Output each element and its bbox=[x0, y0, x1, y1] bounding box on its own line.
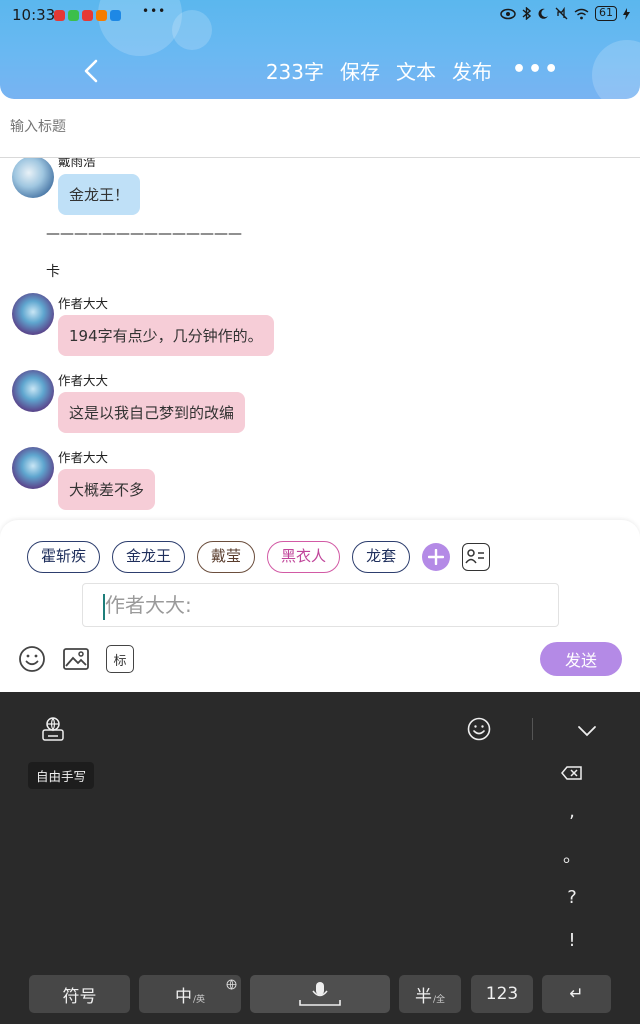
enter-icon: ↵ bbox=[569, 984, 584, 1004]
handwriting-button[interactable]: 自由手写 bbox=[28, 762, 95, 789]
comma-key[interactable]: , bbox=[548, 790, 596, 833]
chevron-down-icon bbox=[578, 726, 596, 737]
charging-icon bbox=[623, 7, 630, 20]
numbers-key[interactable]: 123 bbox=[471, 975, 533, 1013]
video-app-icon bbox=[96, 10, 107, 21]
character-chip[interactable]: 金龙王 bbox=[112, 541, 186, 573]
send-button[interactable]: 发送 bbox=[540, 642, 622, 676]
half-width-key[interactable]: 半/全 bbox=[399, 975, 461, 1013]
full-sub-label: /全 bbox=[432, 994, 446, 1005]
sender-name: 作者大大 bbox=[58, 296, 109, 311]
more-menu-button[interactable]: ••• bbox=[512, 59, 560, 81]
soft-keyboard: 自由手写 , 。 ? ! 符号 中/英 半/全 123 ↵ bbox=[0, 692, 640, 1024]
smile-icon bbox=[19, 646, 45, 672]
system-icons: 61 bbox=[500, 6, 630, 21]
avatar[interactable] bbox=[12, 158, 54, 198]
image-icon bbox=[63, 648, 89, 670]
text-mode-button[interactable]: 文本 bbox=[396, 56, 436, 85]
publish-button[interactable]: 发布 bbox=[452, 56, 492, 85]
cloud-app-icon bbox=[110, 10, 121, 21]
wifi-icon bbox=[574, 8, 589, 19]
microphone-icon bbox=[299, 982, 341, 1006]
backspace-key[interactable] bbox=[548, 756, 596, 790]
message-input-box[interactable] bbox=[82, 583, 559, 627]
chinese-label: 中 bbox=[174, 986, 192, 1007]
composer-panel: 霍斩疾 金龙王 戴莹 黑衣人 龙套 标 发送 bbox=[0, 520, 640, 692]
message-bubble[interactable]: 大概差不多 bbox=[58, 469, 156, 510]
add-character-button[interactable] bbox=[422, 543, 451, 571]
message-input[interactable] bbox=[105, 590, 545, 620]
enter-key[interactable]: ↵ bbox=[542, 975, 611, 1013]
chevron-left-icon bbox=[84, 59, 98, 83]
character-chip[interactable]: 霍斩疾 bbox=[27, 541, 101, 573]
avatar[interactable] bbox=[12, 370, 54, 412]
chat-area[interactable]: 戴雨浩 金龙王！ —————————————— 卡 作者大大 194字有点少，几… bbox=[0, 158, 640, 520]
period-key[interactable]: 。 bbox=[548, 833, 596, 876]
smile-icon bbox=[467, 717, 491, 741]
avatar[interactable] bbox=[12, 447, 54, 489]
news-app-icon bbox=[54, 10, 65, 21]
message-bubble[interactable]: 金龙王！ bbox=[58, 174, 141, 215]
character-chip[interactable]: 戴莹 bbox=[197, 541, 256, 573]
message-bubble[interactable]: 这是以我自己梦到的改编 bbox=[58, 392, 246, 433]
message-bubble[interactable]: 194字有点少，几分钟作的。 bbox=[58, 315, 274, 356]
contact-card-icon bbox=[465, 549, 485, 564]
more-notifications-icon: ••• bbox=[142, 4, 167, 18]
keyboard-settings-button[interactable] bbox=[40, 716, 66, 746]
numbers-label: 123 bbox=[485, 984, 519, 1004]
exclamation-key[interactable]: ! bbox=[548, 919, 596, 962]
backspace-icon bbox=[561, 766, 582, 780]
eye-icon bbox=[500, 8, 516, 19]
title-input[interactable] bbox=[10, 119, 610, 135]
wechat-app-icon bbox=[68, 10, 79, 21]
language-key[interactable]: 中/英 bbox=[139, 975, 241, 1013]
keyboard-separator bbox=[532, 718, 533, 740]
character-chips: 霍斩疾 金龙王 戴莹 黑衣人 龙套 bbox=[27, 541, 491, 573]
symbols-key[interactable]: 符号 bbox=[29, 975, 130, 1013]
divider-line: —————————————— bbox=[46, 226, 242, 242]
avatar[interactable] bbox=[12, 293, 54, 335]
half-label: 半 bbox=[414, 986, 432, 1007]
tag-label: 标 bbox=[113, 653, 127, 669]
sender-name: 作者大大 bbox=[58, 373, 109, 388]
back-button[interactable] bbox=[76, 54, 106, 88]
space-key[interactable] bbox=[250, 975, 390, 1013]
narration-text: 卡 bbox=[46, 264, 60, 280]
globe-icon bbox=[226, 979, 237, 990]
globe-keyboard-icon bbox=[42, 717, 64, 741]
question-key[interactable]: ? bbox=[548, 876, 596, 919]
word-count: 233字 bbox=[265, 60, 324, 84]
emoji-button[interactable] bbox=[18, 645, 46, 673]
header-toolbar: 233字 保存 文本 发布 bbox=[266, 56, 492, 85]
symbols-label: 符号 bbox=[62, 986, 97, 1007]
keyboard-bottom-row: 符号 中/英 半/全 123 ↵ bbox=[29, 975, 611, 1013]
hide-keyboard-button[interactable] bbox=[577, 722, 597, 741]
english-sub-label: /英 bbox=[192, 994, 206, 1005]
sender-name: 戴雨浩 bbox=[58, 158, 96, 169]
bluetooth-icon bbox=[522, 7, 531, 20]
status-bar: 10:33 ••• 61 bbox=[0, 0, 640, 32]
character-chip[interactable]: 黑衣人 bbox=[267, 541, 341, 573]
character-chip[interactable]: 龙套 bbox=[352, 541, 411, 573]
notification-icons bbox=[54, 10, 121, 21]
decorative-bubble bbox=[592, 40, 640, 99]
tag-button[interactable]: 标 bbox=[106, 645, 134, 673]
mute-icon bbox=[555, 7, 568, 20]
character-list-button[interactable] bbox=[462, 543, 491, 571]
moon-icon bbox=[538, 8, 548, 19]
status-time: 10:33 bbox=[12, 6, 56, 24]
punctuation-column: , 。 ? ! bbox=[548, 756, 596, 962]
keyboard-emoji-button[interactable] bbox=[467, 717, 491, 745]
app-header: 10:33 ••• 61 233字 保存 文本 发布 ••• bbox=[0, 0, 640, 99]
battery-indicator: 61 bbox=[595, 6, 617, 21]
mail-app-icon bbox=[82, 10, 93, 21]
sender-name: 作者大大 bbox=[58, 450, 109, 465]
plus-icon bbox=[428, 549, 445, 565]
save-button[interactable]: 保存 bbox=[340, 56, 380, 85]
image-button[interactable] bbox=[62, 645, 90, 673]
